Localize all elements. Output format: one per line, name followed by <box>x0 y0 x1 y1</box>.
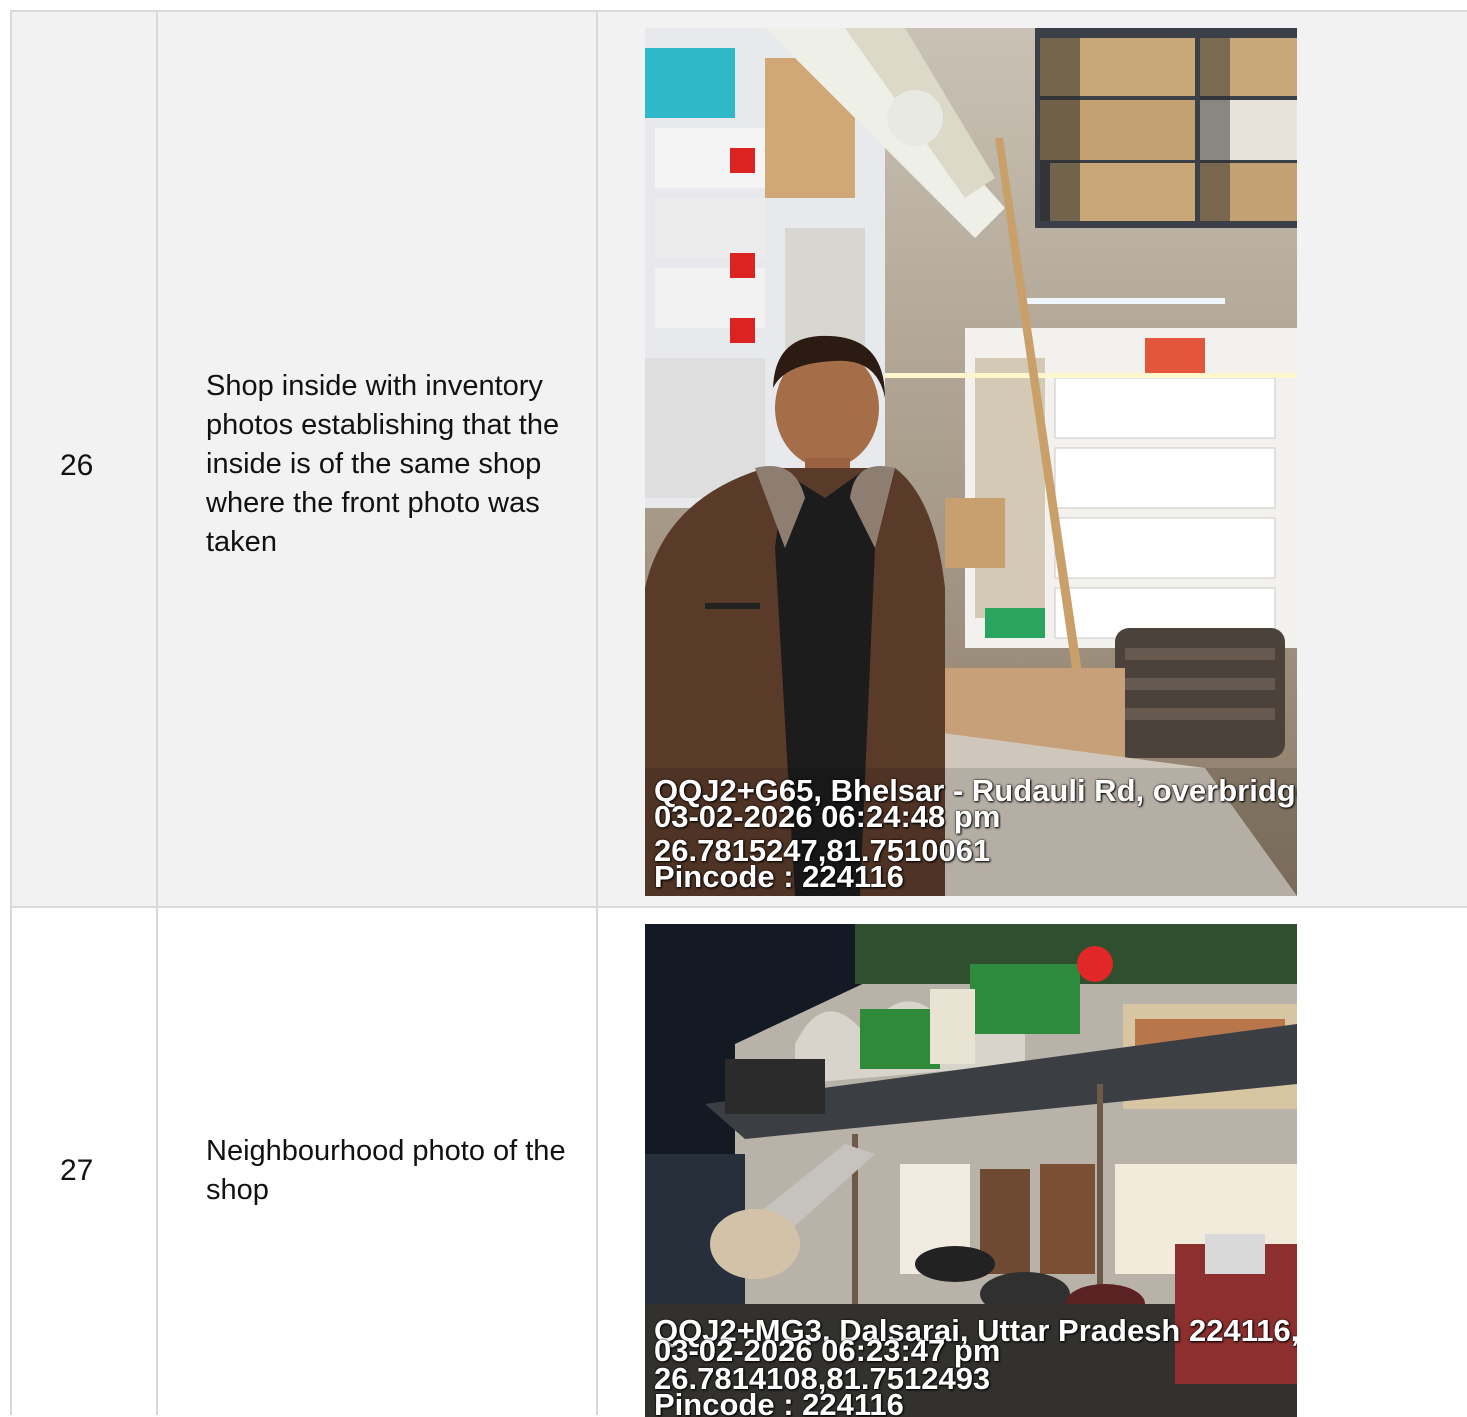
photo-description: Shop inside with inventory photos establ… <box>206 370 560 558</box>
photo-description: Neighbourhood photo of the shop <box>206 1135 566 1206</box>
table-row: 26 Shop inside with inventory photos est… <box>10 10 1467 906</box>
serial-number-cell: 27 <box>10 906 156 1415</box>
geotag-stamp: QQJ2+MG3, Dalsarai, Uttar Pradesh 224116… <box>654 1315 1297 1417</box>
serial-number-cell: 26 <box>10 10 156 906</box>
photo-cell: QQJ2+MG3, Dalsarai, Uttar Pradesh 224116… <box>596 906 1467 1417</box>
table-row: 27 Neighbourhood photo of the shop QQJ2+… <box>10 906 1467 1417</box>
shop-interior-photo: QQJ2+G65, Bhelsar - Rudauli Rd, overbrid… <box>645 28 1297 896</box>
geotag-stamp: QQJ2+G65, Bhelsar - Rudauli Rd, overbrid… <box>654 775 1297 892</box>
serial-number: 27 <box>60 1154 94 1187</box>
description-cell: Shop inside with inventory photos establ… <box>156 10 596 906</box>
photo-evidence-table: 26 Shop inside with inventory photos est… <box>10 10 1467 1417</box>
neighbourhood-photo: QQJ2+MG3, Dalsarai, Uttar Pradesh 224116… <box>645 924 1297 1417</box>
photo-cell: QQJ2+G65, Bhelsar - Rudauli Rd, overbrid… <box>596 10 1467 906</box>
serial-number: 26 <box>60 449 94 482</box>
description-cell: Neighbourhood photo of the shop <box>156 906 596 1415</box>
